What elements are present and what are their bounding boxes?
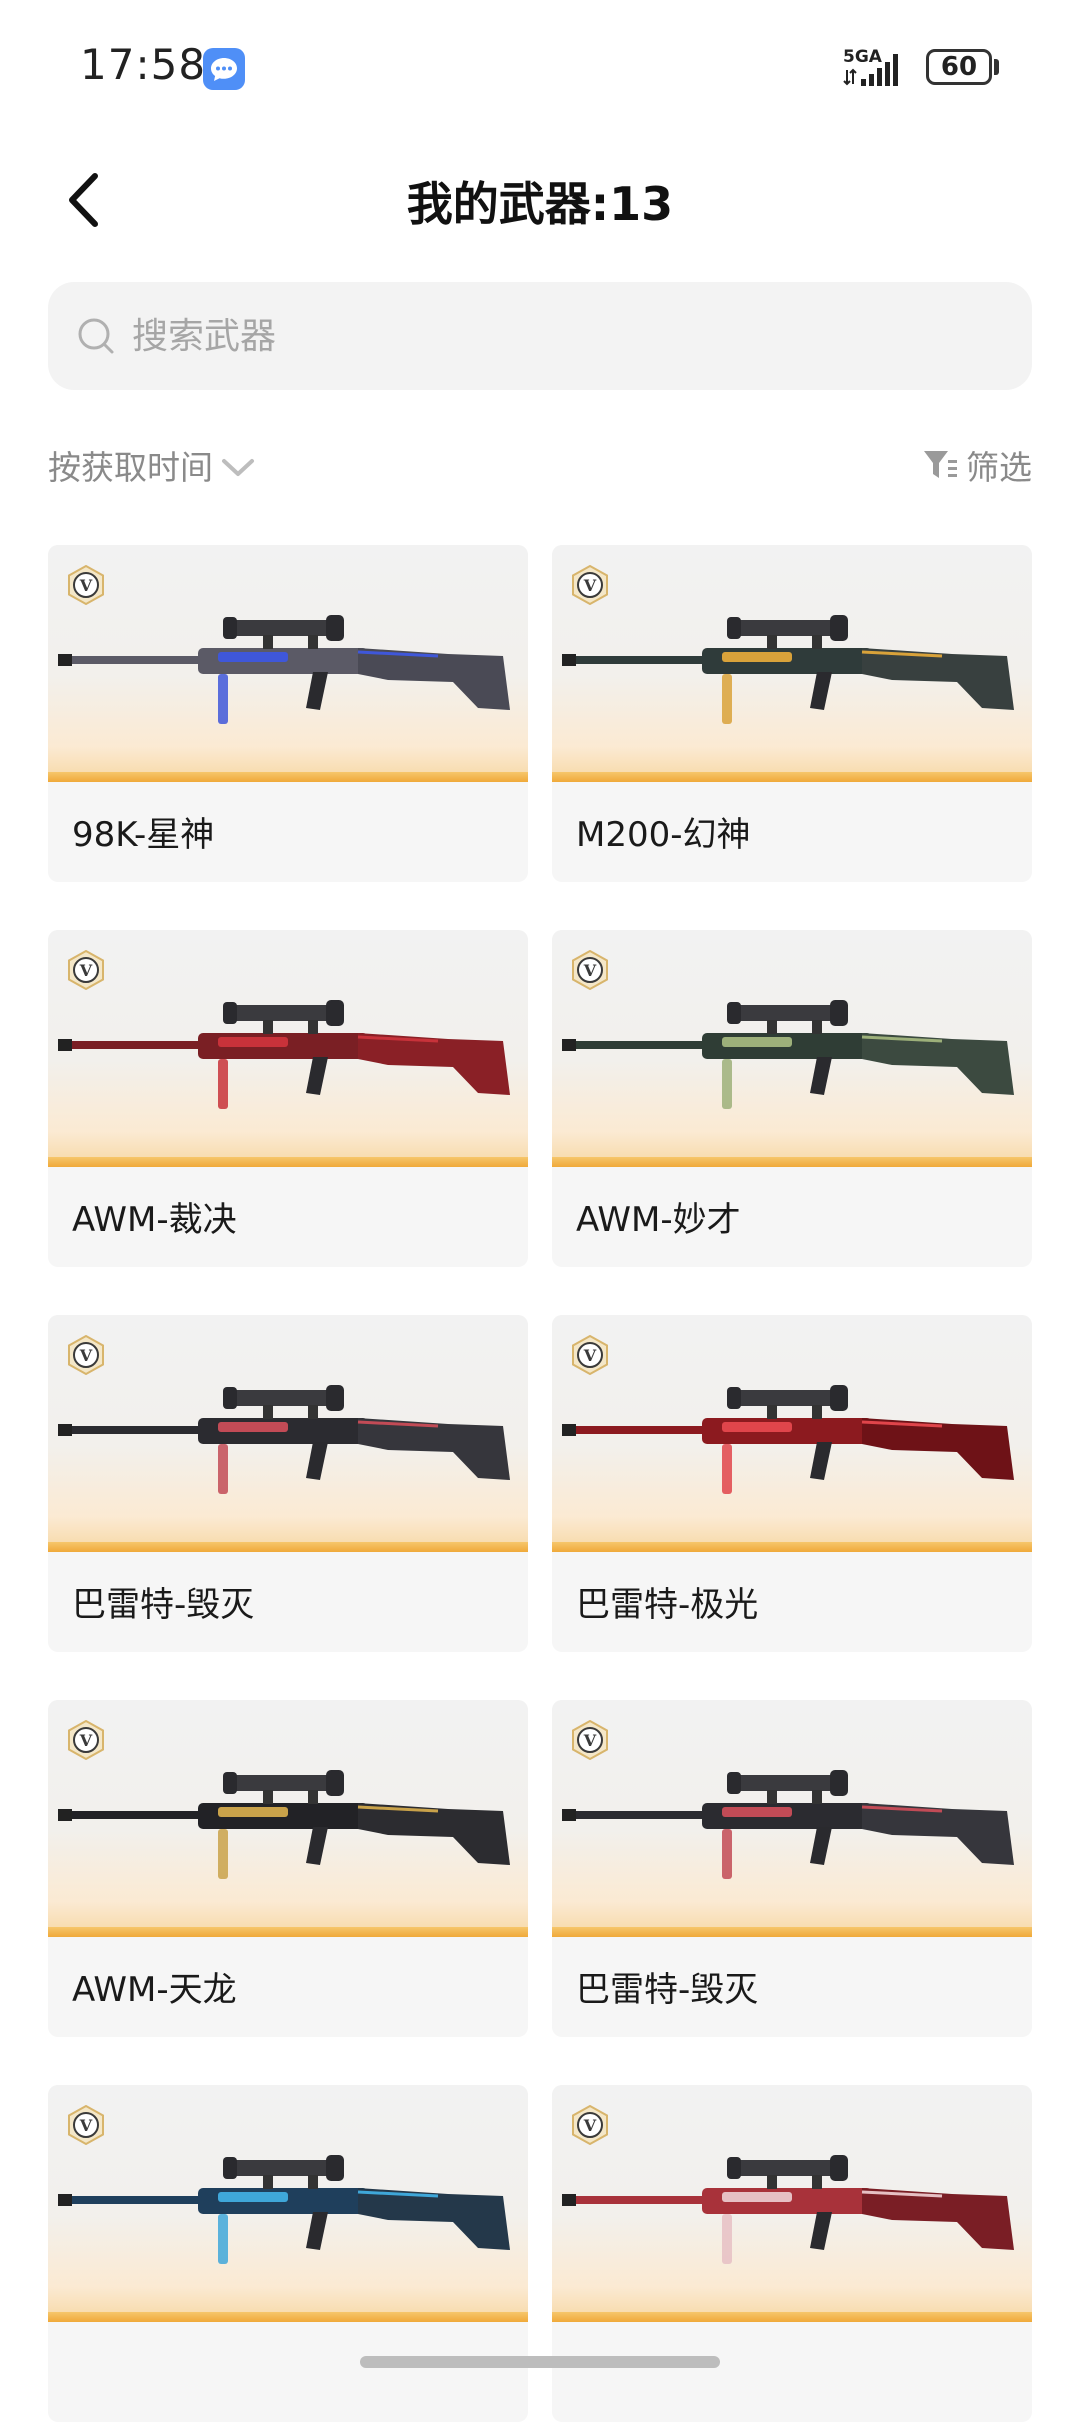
home-indicator[interactable] [360, 2356, 720, 2368]
weapon-image: V [48, 930, 528, 1167]
sort-label: 按获取时间 [48, 448, 213, 487]
weapon-image: V [48, 2085, 528, 2322]
weapon-name: 巴雷特-极光 [576, 1585, 759, 1625]
weapon-grid: V 98K-星神 V M200-幻神 V AWM-裁决 V AWM-妙才 V 巴… [48, 545, 1032, 2422]
weapon-image: V [552, 545, 1032, 782]
filter-label: 筛选 [966, 448, 1032, 487]
weapon-image: V [552, 1315, 1032, 1552]
weapon-name: 巴雷特-毁灭 [576, 1970, 759, 2010]
message-app-icon [203, 48, 245, 90]
weapon-image: V [48, 1700, 528, 1937]
status-bar: 17:58 5GA 60 [0, 0, 1080, 130]
sniper-rifle-icon [58, 2155, 510, 2264]
rarity-band [552, 1542, 1032, 1552]
weapon-card[interactable]: V 98K-星神 [48, 545, 528, 882]
search-icon [72, 312, 120, 360]
page-title: 我的武器:13 [406, 177, 674, 231]
network-label: 5GA [843, 47, 883, 67]
sniper-rifle-icon [58, 1385, 510, 1494]
rarity-band [48, 1542, 528, 1552]
rarity-band [552, 772, 1032, 782]
weapon-image: V [552, 930, 1032, 1167]
weapon-card[interactable]: V [552, 2085, 1032, 2422]
sniper-rifle-icon [562, 1385, 1014, 1494]
rarity-band [48, 1157, 528, 1167]
sniper-rifle-icon [562, 1000, 1014, 1109]
sort-dropdown[interactable]: 按获取时间 [48, 440, 255, 490]
weapon-image: V [552, 1700, 1032, 1937]
weapon-card[interactable]: V AWM-妙才 [552, 930, 1032, 1267]
signal-icon: 5GA [843, 46, 905, 92]
weapon-card[interactable]: V [48, 2085, 528, 2422]
weapon-name: 98K-星神 [72, 815, 215, 855]
status-time: 17:58 [80, 40, 207, 89]
weapon-name: AWM-妙才 [576, 1200, 741, 1240]
weapon-card[interactable]: V AWM-裁决 [48, 930, 528, 1267]
weapon-card[interactable]: V 巴雷特-毁灭 [552, 1700, 1032, 2037]
sniper-rifle-icon [58, 1770, 510, 1879]
weapon-card[interactable]: V 巴雷特-极光 [552, 1315, 1032, 1652]
weapon-image: V [48, 545, 528, 782]
sniper-rifle-icon [562, 2155, 1014, 2264]
weapon-card[interactable]: V M200-幻神 [552, 545, 1032, 882]
rarity-band [48, 1927, 528, 1937]
weapon-image: V [48, 1315, 528, 1552]
weapon-name: 巴雷特-毁灭 [72, 1585, 255, 1625]
weapon-card[interactable]: V AWM-天龙 [48, 1700, 528, 2037]
search-bar[interactable] [48, 282, 1032, 390]
rarity-band [552, 1927, 1032, 1937]
battery-tip [994, 59, 999, 75]
sniper-rifle-icon [562, 615, 1014, 724]
weapon-name: AWM-裁决 [72, 1200, 237, 1240]
battery-icon: 60 [926, 49, 992, 85]
weapon-name: M200-幻神 [576, 815, 751, 855]
rarity-band [48, 772, 528, 782]
weapon-card[interactable]: V 巴雷特-毁灭 [48, 1315, 528, 1652]
filter-button[interactable]: 筛选 [922, 440, 1032, 490]
chevron-down-icon [222, 459, 254, 476]
rarity-band [552, 2312, 1032, 2322]
battery-level: 60 [940, 52, 978, 82]
sniper-rifle-icon [562, 1770, 1014, 1879]
sniper-rifle-icon [58, 1000, 510, 1109]
sniper-rifle-icon [58, 615, 510, 724]
weapon-name: AWM-天龙 [72, 1970, 237, 2010]
weapon-image: V [552, 2085, 1032, 2322]
filter-icon [924, 451, 957, 478]
rarity-band [552, 1157, 1032, 1167]
search-input[interactable] [130, 314, 994, 358]
rarity-band [48, 2312, 528, 2322]
